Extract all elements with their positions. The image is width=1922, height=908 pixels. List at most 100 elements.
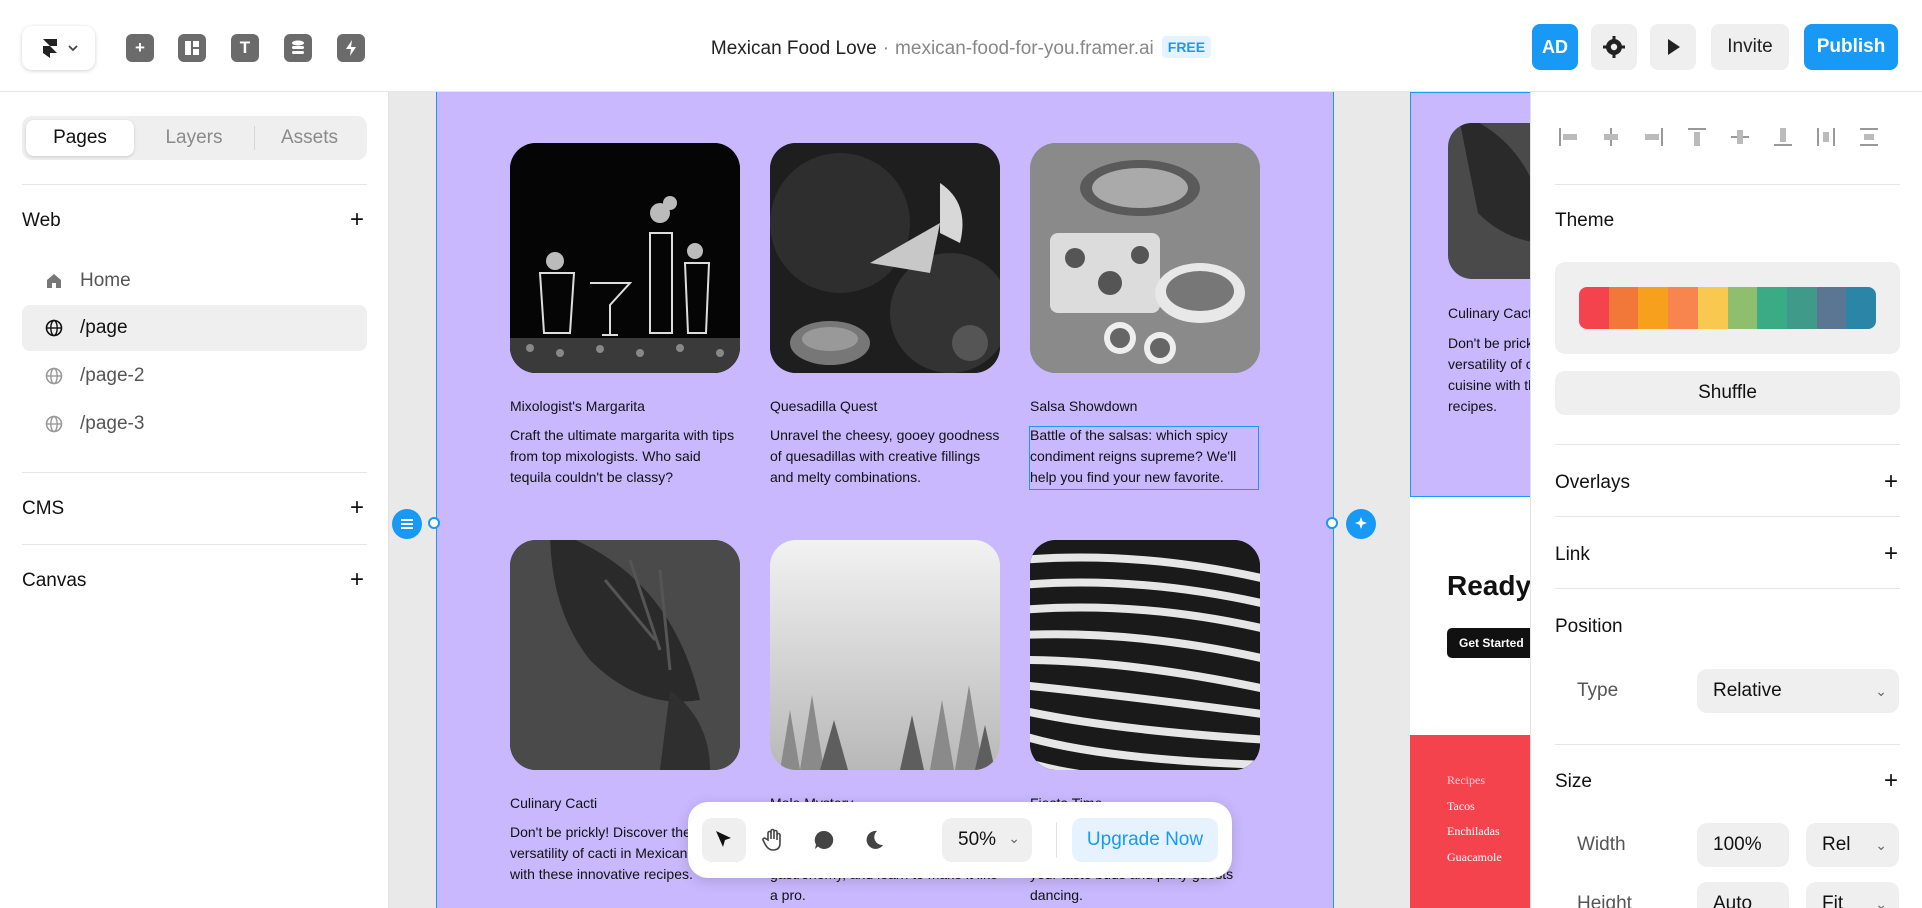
divider [22,472,367,473]
theme-swatch[interactable] [1697,287,1728,329]
web-section-title: Web [22,210,61,231]
preview-card-description: Don't be prickly! Discover the versatili… [1448,335,1530,414]
distribute-horizontal-icon[interactable] [1813,124,1839,150]
comment-tool-button[interactable] [802,818,846,862]
theme-swatch[interactable] [1579,287,1609,329]
settings-button[interactable] [1591,24,1637,70]
globe-icon [44,318,64,338]
gear-icon [1603,36,1625,58]
card-image-fiesta[interactable] [1030,540,1260,770]
selection-outline [1029,426,1259,490]
sparkle-icon [1355,517,1367,529]
overlays-section-title: Overlays [1555,472,1630,493]
align-center-horizontal-icon[interactable] [1598,124,1624,150]
card-image-margarita[interactable] [510,143,740,373]
dark-mode-toggle[interactable] [852,818,896,862]
card-description[interactable]: Craft the ultimate margarita with tips f… [510,425,740,488]
type-label: Type [1577,680,1619,701]
position-section-title: Position [1555,616,1623,637]
breakpoint-preview-frame[interactable]: Culinary Cacti Don't be prickly! Discove… [1410,92,1530,908]
upgrade-now-button[interactable]: Upgrade Now [1072,818,1218,862]
canvas-section-title: Canvas [22,570,87,591]
preview-button[interactable] [1650,24,1696,70]
theme-swatch[interactable] [1668,287,1698,329]
theme-swatch[interactable] [1757,287,1787,329]
card-title[interactable]: Salsa Showdown [1030,398,1260,414]
add-cms-icon[interactable]: + [345,494,369,522]
page-item-page[interactable]: /page [22,305,367,351]
align-top-icon[interactable] [1684,124,1710,150]
footer-link[interactable]: Enchiladas [1447,824,1500,839]
home-icon [44,271,64,291]
tab-assets[interactable]: Assets [254,126,364,150]
theme-swatch[interactable] [1608,287,1639,329]
card-image-salsa[interactable] [1030,143,1260,373]
divider [1555,444,1900,445]
ai-assist-handle[interactable] [1346,509,1376,539]
add-size-constraint-icon[interactable]: + [1879,767,1903,795]
width-unit-select[interactable]: Rel ⌄ [1806,823,1899,867]
height-input[interactable]: Auto [1697,882,1789,908]
link-section-title: Link [1555,544,1590,565]
theme-swatch[interactable] [1816,287,1847,329]
preview-cta-heading: Ready [1447,570,1530,601]
card-title[interactable]: Quesadilla Quest [770,398,1000,414]
card-image-quesadilla[interactable] [770,143,1000,373]
theme-color-strip[interactable] [1579,287,1876,329]
resize-handle-left[interactable] [428,517,440,529]
align-center-vertical-icon[interactable] [1727,124,1753,150]
align-left-icon[interactable] [1555,124,1581,150]
stack-menu-handle[interactable] [392,509,422,539]
zoom-select[interactable]: 50% ⌄ [942,818,1032,862]
hand-icon [762,828,781,851]
divider [1555,184,1900,185]
theme-swatch[interactable] [1786,287,1817,329]
theme-swatch[interactable] [1727,287,1758,329]
hand-tool-button[interactable] [752,818,796,862]
width-unit-value: Rel [1822,834,1851,855]
divider [1555,588,1900,589]
moon-icon [866,830,883,849]
user-avatar[interactable]: AD [1532,24,1578,70]
select-tool-button[interactable] [702,818,746,862]
preview-get-started-button[interactable]: Get Started [1447,628,1530,658]
distribute-vertical-icon[interactable] [1856,124,1882,150]
add-page-icon[interactable]: + [345,206,369,234]
theme-palette-box[interactable] [1555,262,1900,354]
page-item-home[interactable]: Home [22,258,367,304]
align-bottom-icon[interactable] [1770,124,1796,150]
theme-swatch[interactable] [1638,287,1669,329]
position-type-value: Relative [1713,680,1782,701]
comment-icon [814,830,834,849]
page-item-label: Home [80,270,131,291]
width-input[interactable]: 100% [1697,823,1789,867]
footer-link[interactable]: Tacos [1447,799,1475,814]
position-type-select[interactable]: Relative ⌄ [1697,669,1899,713]
add-link-icon[interactable]: + [1879,540,1903,568]
card-image-cacti[interactable] [510,540,740,770]
left-panel: Pages Layers Assets Web + Home /page /pa… [0,92,389,908]
resize-handle-right[interactable] [1326,517,1338,529]
footer-link[interactable]: Recipes [1447,773,1485,788]
tab-layers[interactable]: Layers [138,120,250,156]
publish-button[interactable]: Publish [1804,24,1898,70]
theme-swatch[interactable] [1846,287,1876,329]
page-item-page-3[interactable]: /page-3 [22,401,367,447]
card-image-mole[interactable] [770,540,1000,770]
card-description[interactable]: Unravel the cheesy, gooey goodness of qu… [770,425,1000,488]
size-section-title: Size [1555,771,1592,792]
page-item-page-2[interactable]: /page-2 [22,353,367,399]
add-overlay-icon[interactable]: + [1879,468,1903,496]
cursor-icon [716,831,731,847]
card-title[interactable]: Mixologist's Margarita [510,398,740,414]
preview-footer: Recipes Tacos Enchiladas Guacamole [1410,735,1530,908]
invite-button[interactable]: Invite [1711,24,1789,70]
page-item-label: /page-2 [80,365,145,386]
height-unit-value: Fit [1822,893,1844,908]
shuffle-button[interactable]: Shuffle [1555,371,1900,415]
footer-link[interactable]: Guacamole [1447,850,1502,865]
tab-pages[interactable]: Pages [26,120,134,156]
height-unit-select[interactable]: Fit ⌄ [1806,882,1899,908]
add-canvas-icon[interactable]: + [345,566,369,594]
align-right-icon[interactable] [1641,124,1667,150]
